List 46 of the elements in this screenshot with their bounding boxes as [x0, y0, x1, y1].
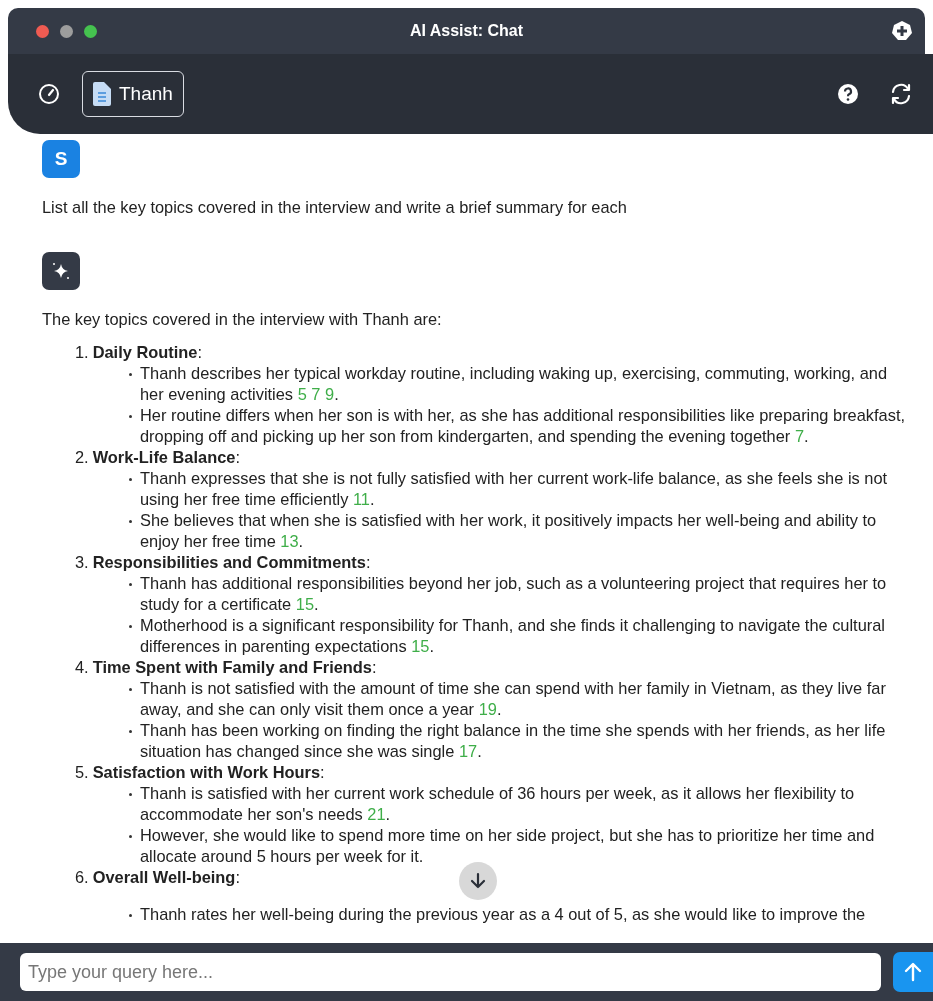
query-field[interactable]: Type your query here... — [20, 953, 881, 991]
minimize-window-button[interactable] — [60, 24, 73, 38]
close-window-button[interactable] — [36, 24, 49, 38]
arrow-up-icon — [903, 962, 923, 982]
citation-link[interactable]: 11 — [352, 490, 370, 508]
citation-link[interactable]: 15 — [411, 637, 430, 655]
citation-link[interactable]: 5 — [297, 385, 307, 403]
citation-link[interactable]: 21 — [367, 805, 386, 823]
bullet-point: However, she would like to spend more time on her side project, but she has to prioritize her time and allocate around 5 hours per week for it. — [129, 825, 913, 867]
assistant-avatar-icon — [42, 252, 80, 290]
scroll-down-button[interactable] — [459, 862, 497, 900]
bullet-point: Thanh describes her typical workday routine, including waking up, exercising, commuting, working, and her evening activities 5 7 9. — [129, 363, 913, 405]
user-message: List all the key topics covered in the interview and write a brief summary for each — [42, 197, 628, 218]
bullet-point: Thanh is not satisfied with the amount of time she can spend with her family in Vietnam, as they live far away, and she can only visit them once a year 19. — [129, 678, 913, 720]
citation-link[interactable]: 13 — [280, 532, 299, 550]
bullet-point: She believes that when she is satisfied with her work, it positively impacts her well-being and ability to enjoy her free time 13. — [129, 510, 913, 552]
topic-heading: 4. Time Spent with Family and Friends: — [75, 657, 377, 678]
gauge-icon[interactable] — [38, 83, 60, 105]
bullet-point: Motherhood is a significant responsibility for Thanh, and she finds it challenging to navigate the cultural differences in parenting expectations 15. — [129, 615, 913, 657]
citation-link[interactable]: 7 — [311, 385, 321, 403]
citation-link[interactable]: 7 — [794, 427, 804, 445]
send-button[interactable] — [893, 952, 933, 992]
topic-heading: 2. Work-Life Balance: — [75, 447, 240, 468]
user-avatar: S — [42, 140, 80, 178]
help-icon[interactable] — [837, 83, 859, 105]
citation-link[interactable]: 19 — [478, 700, 497, 718]
window-title: AI Assist: Chat — [409, 22, 524, 39]
extension-icon[interactable] — [891, 20, 913, 42]
bullet-point: Thanh has additional responsibilities beyond her job, such as a volunteering project that requires her to study for a certificate 15. — [129, 573, 913, 615]
document-button[interactable]: Thanh — [82, 70, 184, 118]
topic-heading: 1. Daily Routine: — [75, 342, 202, 363]
bullet-point: Her routine differs when her son is with her, as she has additional responsibilities like preparing breakfast, dropping off and picking up her son from kindergarten, and spending the evening together 7. — [129, 405, 913, 447]
topic-heading: 6. Overall Well-being: — [75, 867, 240, 888]
citation-link[interactable]: 17 — [458, 742, 478, 760]
document-icon — [93, 82, 111, 106]
response-intro: The key topics covered in the interview with Thanh are: — [42, 309, 443, 330]
maximize-window-button[interactable] — [84, 24, 97, 38]
refresh-icon[interactable] — [889, 82, 913, 106]
bullet-point: Thanh rates her well-being during the previous year as a 4 out of 5, as she would like to improve the — [129, 904, 913, 925]
topic-heading: 5. Satisfaction with Work Hours: — [75, 762, 325, 783]
citation-link[interactable]: 9 — [325, 385, 335, 403]
arrow-down-icon — [469, 872, 487, 890]
bullet-point: Thanh is satisfied with her current work schedule of 36 hours per week, as it allows her flexibility to accommodate her son's needs 21. — [129, 783, 913, 825]
bullet-point: Thanh expresses that she is not fully satisfied with her current work-life balance, as she feels she is not using her free time efficiently 11. — [129, 468, 913, 510]
topic-heading: 3. Responsibilities and Commitments: — [75, 552, 371, 573]
bullet-point: Thanh has been working on finding the right balance in the time she spends with her friends, as her life situation has changed since she was single 17. — [129, 720, 913, 762]
